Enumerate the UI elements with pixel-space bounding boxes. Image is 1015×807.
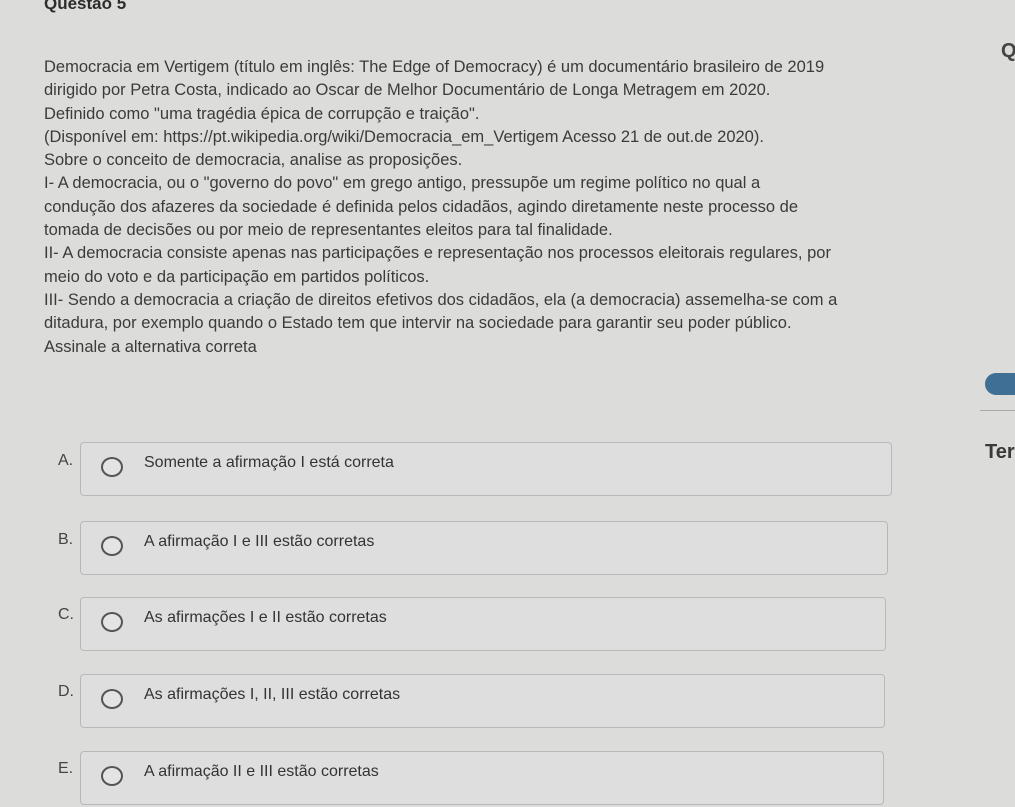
question-line: dirigido por Petra Costa, indicado ao Os… — [44, 81, 771, 100]
option-a[interactable]: Somente a afirmação I está correta — [80, 442, 892, 496]
question-line: condução dos afazeres da sociedade é def… — [44, 197, 799, 216]
radio-icon[interactable] — [101, 536, 123, 556]
side-divider — [980, 410, 1015, 411]
option-letter-e: E. — [58, 760, 74, 777]
question-text: Democracia em Vertigem (título em inglês… — [44, 56, 944, 359]
option-c[interactable]: As afirmações I e II estão corretas — [80, 597, 886, 651]
side-panel-label: Q — [1001, 40, 1015, 62]
side-panel-button[interactable] — [985, 373, 1015, 395]
option-letter-d: D. — [58, 683, 74, 700]
option-e-label: A afirmação II e III estão corretas — [144, 763, 379, 780]
option-letter-b: B. — [58, 531, 74, 548]
radio-icon[interactable] — [101, 612, 123, 632]
option-d-label: As afirmações I, II, III estão corretas — [144, 686, 401, 703]
option-b-label: A afirmação I e III estão corretas — [144, 533, 375, 550]
option-c-label: As afirmações I e II estão corretas — [144, 609, 387, 626]
question-line: Definido como "uma tragédia épica de cor… — [44, 104, 480, 123]
question-line: meio do voto e da participação em partid… — [44, 267, 430, 286]
option-a-label: Somente a afirmação I está correta — [144, 454, 394, 471]
question-line: Assinale a alternativa correta — [44, 337, 257, 356]
option-e[interactable]: A afirmação II e III estão corretas — [80, 751, 884, 805]
question-title: Questão 5 — [44, 0, 127, 13]
question-line: ditadura, por exemplo quando o Estado te… — [44, 314, 792, 333]
radio-icon[interactable] — [101, 689, 123, 709]
question-line: II- A democracia consiste apenas nas par… — [44, 244, 831, 263]
side-panel-heading: Ter — [985, 441, 1015, 463]
option-letter-a: A. — [58, 452, 74, 469]
radio-icon[interactable] — [101, 457, 123, 477]
question-line: III- Sendo a democracia a criação de dir… — [44, 290, 838, 309]
question-line: tomada de decisões ou por meio de repres… — [44, 221, 613, 240]
question-line: Democracia em Vertigem (título em inglês… — [44, 58, 825, 76]
question-line: I- A democracia, ou o "governo do povo" … — [44, 174, 761, 193]
option-letter-c: C. — [58, 606, 74, 623]
option-b[interactable]: A afirmação I e III estão corretas — [80, 521, 888, 575]
question-line: (Disponível em: https://pt.wikipedia.org… — [44, 127, 764, 146]
option-d[interactable]: As afirmações I, II, III estão corretas — [80, 674, 885, 728]
radio-icon[interactable] — [101, 766, 123, 786]
question-line: Sobre o conceito de democracia, analise … — [44, 151, 463, 170]
